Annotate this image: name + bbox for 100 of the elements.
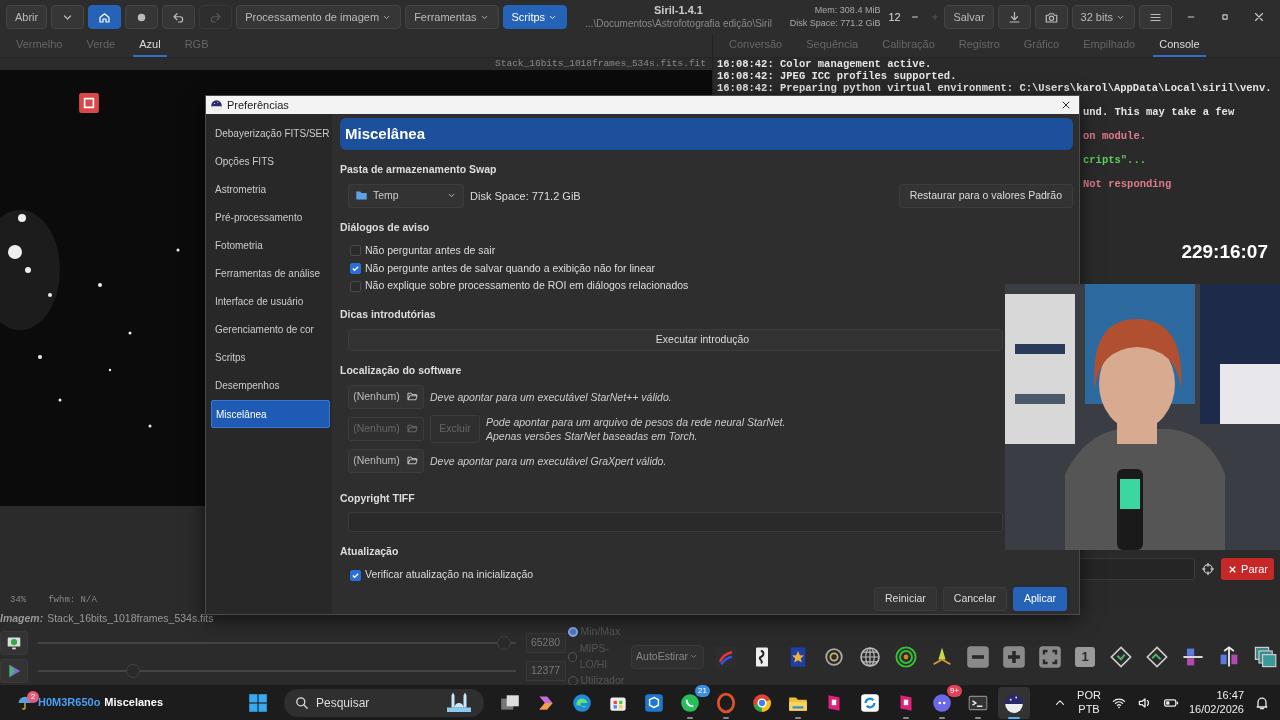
nav-item[interactable]: Astrometria (211, 176, 330, 204)
tag-icon[interactable] (78, 92, 100, 114)
image-label: Imagem: (0, 611, 44, 627)
clock-date[interactable]: 16/02/2026 (1188, 702, 1244, 717)
zoom-label: 34% (10, 593, 27, 607)
checkbox-label: Não pergunte antes de salvar quando a exibição não for linear (365, 260, 656, 276)
home-button[interactable] (88, 5, 122, 29)
zoom-in-icon[interactable] (1001, 644, 1026, 669)
nav-item[interactable]: Desempenhos (211, 372, 330, 400)
section-title: Localização do software (340, 362, 463, 378)
sync-icon (859, 691, 881, 714)
checkbox[interactable] (350, 244, 361, 256)
hint-text: Pode apontar para um arquivo de pesos da rede neural StarNet. (486, 414, 786, 429)
one-to-one-button[interactable]: 1 (1075, 646, 1095, 667)
slider-thumb[interactable] (496, 635, 511, 650)
section-title: Pasta de armazenamento Swap (340, 162, 498, 177)
rotate-icon[interactable] (1144, 644, 1169, 669)
hint-text: Deve apontar para um executável StarNet++ válido. (430, 389, 672, 404)
layout-label[interactable]: PTB (1077, 702, 1101, 717)
taskbar-button[interactable] (998, 686, 1030, 719)
toolbar-button[interactable]: Abrir (6, 5, 48, 29)
cube-icon (643, 691, 665, 714)
close-icon (1252, 10, 1266, 24)
browser-icon (571, 691, 593, 714)
file-path: ...\Documentos\Astrofotografia edição\Siril (585, 17, 772, 30)
record-button[interactable] (125, 5, 159, 29)
clock-time[interactable]: 16:47 (1188, 688, 1244, 703)
app-icon (1003, 691, 1025, 714)
menu-button[interactable]: Scritps (502, 5, 568, 29)
radio-button[interactable] (567, 626, 578, 637)
download-button[interactable] (997, 5, 1031, 29)
dialog-button[interactable]: Aplicar (1012, 587, 1067, 611)
file-chooser-button[interactable]: (Nenhum) (348, 384, 424, 409)
slider-thumb[interactable] (126, 663, 141, 678)
log-line: Not responding (1083, 178, 1172, 190)
hamburger-button[interactable] (1139, 5, 1172, 29)
menu-button[interactable]: Processamento de imagem (236, 5, 402, 29)
nav-item[interactable]: Interface de usuário (211, 288, 330, 316)
undo-button[interactable] (162, 5, 196, 29)
log-line: 16:08:42: Color management active. (717, 58, 932, 70)
chat-icon (931, 691, 953, 714)
nav-item[interactable]: Pré-processamento (211, 204, 330, 232)
fit-icon[interactable] (1037, 644, 1062, 669)
file-name: Stack_16bits_1018frames_534s.fits.fit (495, 58, 706, 70)
chat-icon (679, 691, 701, 714)
notification-badge: 2 (27, 690, 39, 703)
nav-item[interactable]: Ferramentas de análise (211, 260, 330, 288)
checkbox[interactable] (350, 569, 361, 581)
checkbox[interactable] (350, 280, 361, 292)
stop-button[interactable]: Parar (1221, 558, 1274, 580)
images-icon[interactable] (1252, 644, 1277, 669)
hint-text: Deve apontar para um executável GraXpert válido. (430, 453, 667, 468)
file-name: Stack_16bits_1018frames_534s.fits (47, 611, 214, 627)
toolbar-button[interactable]: Salvar (944, 5, 994, 29)
user-name: H0M3R650o (38, 695, 101, 711)
window-title: Miscelanes (104, 695, 164, 711)
log-line: und. This may take a few (1083, 106, 1235, 118)
nav-item[interactable]: Debayerização FITS/SER (211, 120, 330, 148)
checkbox-label: Não explique sobre processamento de ROI em diálogos relacionados (365, 278, 689, 294)
target-icon[interactable] (893, 644, 918, 669)
fwhm-label: fwhm: N/A (48, 593, 97, 607)
menu-button[interactable]: 32 bits (1071, 5, 1135, 29)
browser-icon (751, 691, 773, 714)
section-header: Miscelânea (340, 118, 1073, 150)
radio-button[interactable] (567, 651, 577, 662)
nav-item[interactable]: Scritps (211, 344, 330, 372)
spin-field[interactable]: 12 (884, 5, 941, 29)
stretch-dropdown[interactable]: AutoEstirar (631, 644, 704, 669)
log-line: 16:08:42: JPEG ICC profiles supported. (717, 70, 957, 82)
nav-item[interactable]: Miscelânea (211, 400, 330, 428)
nav-item[interactable]: Fotometria (211, 232, 330, 260)
disk-label: Disk Space: 771.2 GiB (470, 188, 581, 204)
nav-item[interactable]: Opções FITS (211, 148, 330, 176)
zoom-out-icon[interactable] (965, 644, 990, 669)
language-label[interactable]: POR (1077, 688, 1101, 703)
menu-button[interactable]: Ferramentas (405, 5, 499, 29)
hint-text: Apenas versões StarNet baseadas em Torch. (486, 428, 699, 443)
checkbox[interactable] (350, 262, 361, 274)
color-button[interactable] (0, 658, 28, 683)
memory-label: Mem: 308.4 MiB (813, 4, 881, 17)
file-chooser-button[interactable]: (Nenhum) (348, 448, 424, 473)
notification-badge: 21 (695, 684, 710, 697)
folder-dropdown[interactable]: Temp (348, 183, 464, 208)
camera-button[interactable] (1034, 5, 1068, 29)
tour-button[interactable]: Executar introdução (348, 329, 1003, 351)
check-icon (351, 570, 360, 580)
display-button[interactable] (0, 630, 28, 655)
search-icon (294, 694, 310, 711)
window-title: Siril-1.4.1 (654, 4, 703, 18)
reset-button[interactable]: Restaurar para o valores Padrão (898, 183, 1073, 208)
crosshair-icon[interactable] (1201, 562, 1216, 576)
section-title: Atualização (340, 544, 400, 560)
search-field[interactable]: Pesquisar (284, 688, 484, 717)
channel-tab[interactable]: Azul (133, 35, 167, 57)
rotate-icon[interactable] (1108, 644, 1133, 669)
section-title: Copyright TIFF (340, 490, 416, 506)
nav-item[interactable]: Gerenciamento de cor (211, 316, 330, 344)
dialog-button[interactable]: Reiniciar (874, 587, 937, 611)
globe-icon[interactable] (857, 644, 882, 669)
dialog-button[interactable]: Cancelar (942, 587, 1007, 611)
